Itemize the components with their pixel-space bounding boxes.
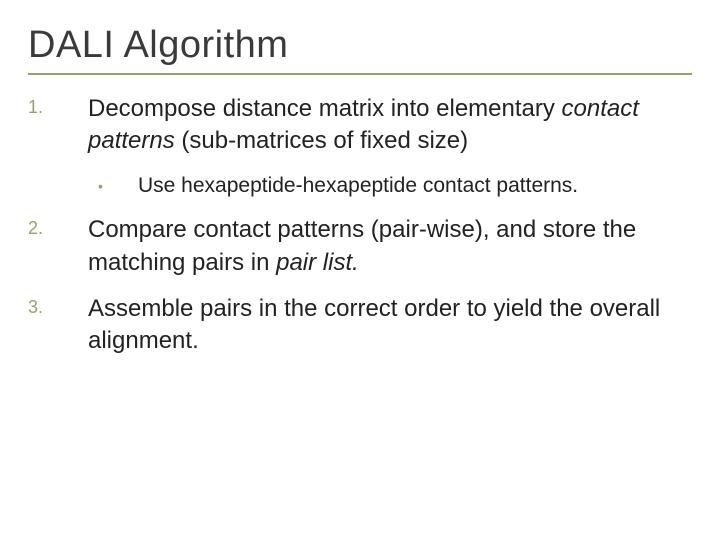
text-run: Decompose distance matrix into elementar… <box>88 95 562 122</box>
list-text: Decompose distance matrix into elementar… <box>88 93 692 158</box>
sub-list-text: Use hexapeptide-hexapeptide contact patt… <box>138 172 692 200</box>
list-number: 3. <box>28 293 88 318</box>
title-container: DALI Algorithm <box>28 24 692 75</box>
slide: DALI Algorithm 1. Decompose distance mat… <box>0 0 720 540</box>
list-item: 2. Compare contact patterns (pair-wise),… <box>28 214 692 279</box>
list-number: 2. <box>28 214 88 239</box>
list-item: 3. Assemble pairs in the correct order t… <box>28 293 692 358</box>
list-item: 1. Decompose distance matrix into elemen… <box>28 93 692 158</box>
list-number: 1. <box>28 93 88 118</box>
text-run: (sub-matrices of fixed size) <box>175 127 468 154</box>
text-run: Assemble pairs in the correct order to y… <box>88 295 660 354</box>
text-run: Compare contact patterns (pair-wise), an… <box>88 216 636 275</box>
bullet-icon: • <box>98 172 138 194</box>
ordered-list: 1. Decompose distance matrix into elemen… <box>28 93 692 358</box>
list-text: Assemble pairs in the correct order to y… <box>88 293 692 358</box>
slide-title: DALI Algorithm <box>28 24 692 67</box>
list-text: Compare contact patterns (pair-wise), an… <box>88 214 692 279</box>
sub-list-item: • Use hexapeptide-hexapeptide contact pa… <box>28 172 692 200</box>
text-run-italic: pair list. <box>276 249 359 276</box>
